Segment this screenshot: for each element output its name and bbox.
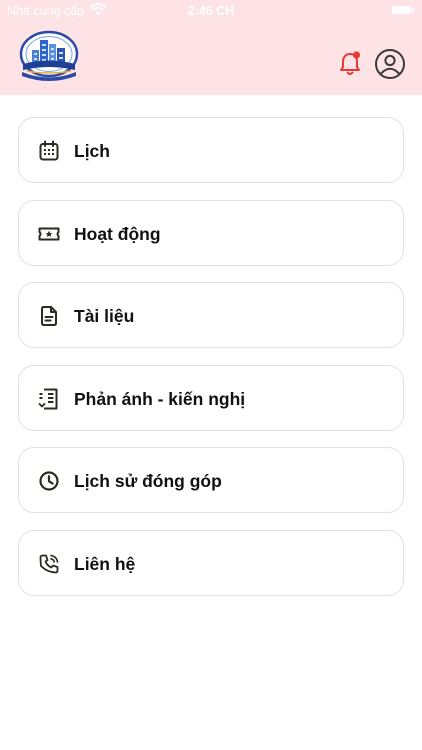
menu-item-label: Hoạt động [74, 223, 161, 244]
calendar-icon [39, 140, 59, 161]
status-time: 2:46 CH [187, 4, 235, 18]
menu-item-activities[interactable]: Hoạt động [18, 199, 404, 266]
menu-item-calendar[interactable]: Lịch [18, 117, 404, 183]
document-icon [41, 306, 57, 326]
menu-item-documents[interactable]: Tài liệu [18, 282, 404, 348]
menu-item-feedback[interactable]: Phản ánh - kiến nghị [18, 364, 404, 431]
menu-item-label: Tài liệu [74, 306, 135, 326]
app-header: Nhà cung cấp 2:46 CH [0, 0, 422, 95]
menu-item-label: Phản ánh - kiến nghị [74, 388, 246, 409]
menu-item-contact[interactable]: Liên hệ [18, 529, 404, 596]
menu-item-contribution-history[interactable]: Lịch sử đóng góp [18, 447, 404, 513]
bell-icon[interactable] [336, 49, 364, 77]
history-clock-icon [39, 471, 59, 491]
feedback-list-icon [38, 388, 58, 409]
menu-item-label: Lịch sử đóng góp [74, 471, 222, 491]
main-menu: Lịch Hoạt động Tài liệu Phản ánh - kiến … [18, 117, 404, 612]
menu-item-label: Lịch [74, 141, 110, 161]
user-circle-icon[interactable] [374, 48, 406, 80]
menu-item-label: Liên hệ [74, 553, 136, 574]
building-logo-icon[interactable] [18, 30, 80, 82]
ticket-star-icon [38, 227, 60, 240]
battery-icon [392, 6, 414, 14]
notification-badge [352, 51, 361, 59]
status-bar: Nhà cung cấp 2:46 CH [0, 0, 422, 22]
phone-icon [39, 554, 59, 573]
